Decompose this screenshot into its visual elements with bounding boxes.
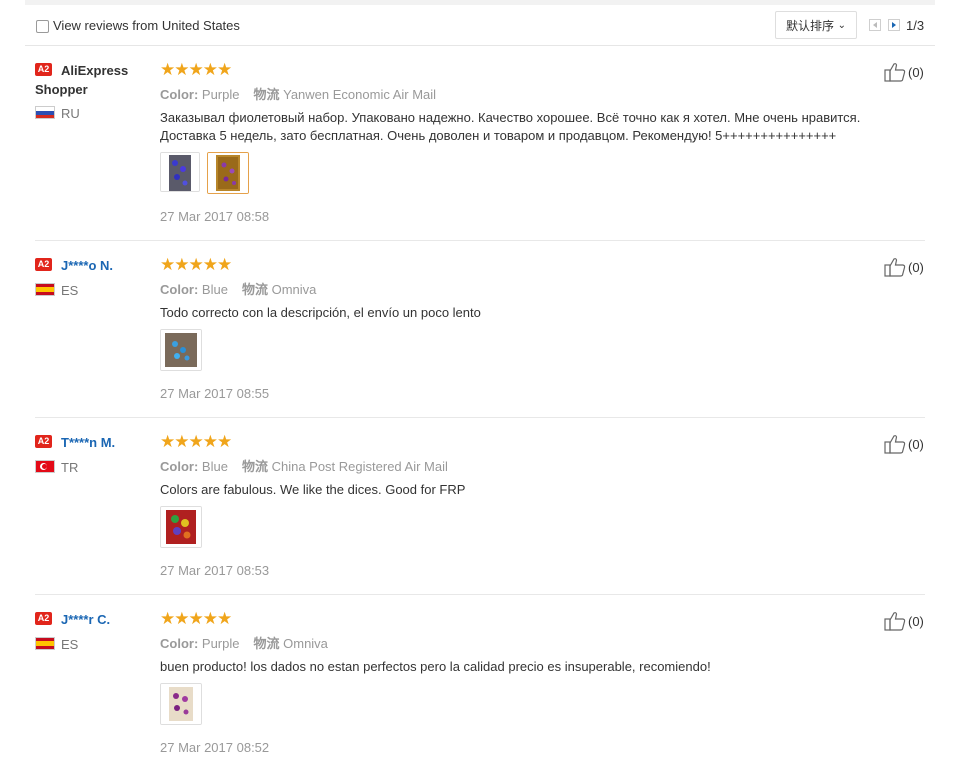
buyer-level-badge: A2 [35, 435, 52, 448]
reviewer-country: ES [61, 637, 79, 652]
review-text: buen producto! los dados no estan perfec… [160, 659, 711, 674]
color-value: Purple [201, 636, 240, 651]
star-rating: ★★★★★ [160, 432, 232, 451]
buyer-level-badge: A2 [35, 63, 52, 76]
color-value: Blue [201, 459, 228, 474]
reviewer-country: ES [61, 283, 79, 298]
color-label: Color: [160, 282, 199, 297]
color-value: Purple [201, 87, 240, 102]
chevron-down-icon: ⌄ [837, 20, 846, 31]
thumbs-up-icon [884, 63, 906, 82]
shipping-value: Omniva [283, 636, 328, 651]
review-photo [161, 684, 201, 724]
flag-es-icon [35, 637, 55, 650]
star-rating: ★★★★★ [160, 609, 232, 628]
review-item: A2 J****o N. ES ★★★★★ Color: Blue 物流 Omni… [35, 256, 925, 418]
review-photo-thumbnail[interactable] [160, 683, 202, 725]
shipping-label: 物流 [253, 637, 280, 652]
review-date: 27 Mar 2017 08:52 [160, 740, 270, 755]
caret-left-icon [873, 22, 877, 28]
shipping-label: 物流 [253, 88, 280, 103]
shipping-value: Omniva [271, 282, 317, 297]
review-attributes: Color: Purple 物流 Yanwen Economic Air Mail [160, 84, 436, 103]
review-photo-thumbnail[interactable] [207, 152, 249, 194]
helpful-count: (0) [908, 437, 924, 452]
review-photo [161, 330, 201, 370]
reviewer-country: TR [61, 460, 79, 475]
review-attributes: Color: Purple 物流 Omniva [160, 633, 328, 652]
reviewer-name[interactable]: T****n M. [61, 433, 115, 452]
thumbs-up-icon [884, 435, 906, 454]
flag-ru-icon [35, 106, 55, 119]
reviewer-name-line1: AliExpress [61, 63, 129, 78]
review-date: 27 Mar 2017 08:58 [160, 209, 270, 224]
shipping-label: 物流 [241, 283, 268, 298]
thumbs-up-icon [884, 258, 906, 277]
review-item: A2 J****r C. ES ★★★★★ Color: Purple 物流 Om… [35, 610, 925, 769]
helpful-button[interactable]: (0) [884, 62, 944, 84]
color-label: Color: [160, 87, 199, 102]
review-text: Todo correcto con la descripción, el env… [160, 305, 481, 320]
shipping-label: 物流 [241, 460, 268, 475]
next-page-button[interactable] [888, 19, 900, 31]
shipping-value: China Post Registered Air Mail [271, 459, 448, 474]
color-label: Color: [160, 459, 199, 474]
buyer-level-badge: A2 [35, 258, 52, 271]
color-value: Blue [201, 282, 228, 297]
star-rating: ★★★★★ [160, 60, 232, 79]
view-country-label[interactable]: View reviews from United States [53, 18, 240, 33]
review-photo [161, 153, 199, 191]
prev-page-button[interactable] [869, 19, 881, 31]
helpful-button[interactable]: (0) [884, 434, 944, 456]
reviewer-name[interactable]: J****o N. [61, 256, 113, 275]
thumbs-up-icon [884, 612, 906, 631]
reviewer-country: RU [61, 106, 80, 121]
review-attributes: Color: Blue 物流 Omniva [160, 279, 316, 298]
caret-right-icon [892, 22, 896, 28]
color-label: Color: [160, 636, 199, 651]
reviewer-name-line2: Shopper [35, 82, 88, 97]
flag-es-icon [35, 283, 55, 296]
review-photo-thumbnail[interactable] [160, 329, 202, 371]
helpful-button[interactable]: (0) [884, 611, 944, 633]
shipping-value: Yanwen Economic Air Mail [283, 87, 437, 102]
review-photo-thumbnail[interactable] [160, 506, 202, 548]
review-photo-thumbnail[interactable] [160, 152, 200, 192]
star-rating: ★★★★★ [160, 255, 232, 274]
reviewer-name[interactable]: J****r C. [61, 610, 110, 629]
page-indicator: 1/3 [906, 18, 925, 33]
helpful-button[interactable]: (0) [884, 257, 944, 279]
review-photo [161, 507, 201, 547]
helpful-count: (0) [908, 65, 924, 80]
helpful-count: (0) [908, 614, 924, 629]
sort-dropdown[interactable]: 默认排序 ⌄ [775, 11, 857, 39]
reviewer-name: AliExpress [61, 61, 159, 80]
buyer-level-badge: A2 [35, 612, 52, 625]
sort-label: 默认排序 [786, 19, 835, 33]
review-text: Colors are fabulous. We like the dices. … [160, 482, 466, 497]
review-date: 27 Mar 2017 08:53 [160, 563, 270, 578]
review-attributes: Color: Blue 物流 China Post Registered Air … [160, 456, 448, 475]
review-date: 27 Mar 2017 08:55 [160, 386, 270, 401]
review-item: A2 T****n M. TR ★★★★★ Color: Blue 物流 Chin… [35, 433, 925, 595]
view-country-checkbox[interactable] [36, 20, 49, 33]
helpful-count: (0) [908, 260, 924, 275]
review-filter-bar: View reviews from United States 默认排序 ⌄ 1… [25, 5, 935, 46]
flag-tr-icon [35, 460, 55, 473]
review-text: Заказывал фиолетовый набор. Упаковано на… [160, 110, 861, 143]
review-photo [208, 153, 248, 193]
review-item: A2 AliExpress Shopper RU ★★★★★ Color: Pu… [35, 61, 925, 241]
